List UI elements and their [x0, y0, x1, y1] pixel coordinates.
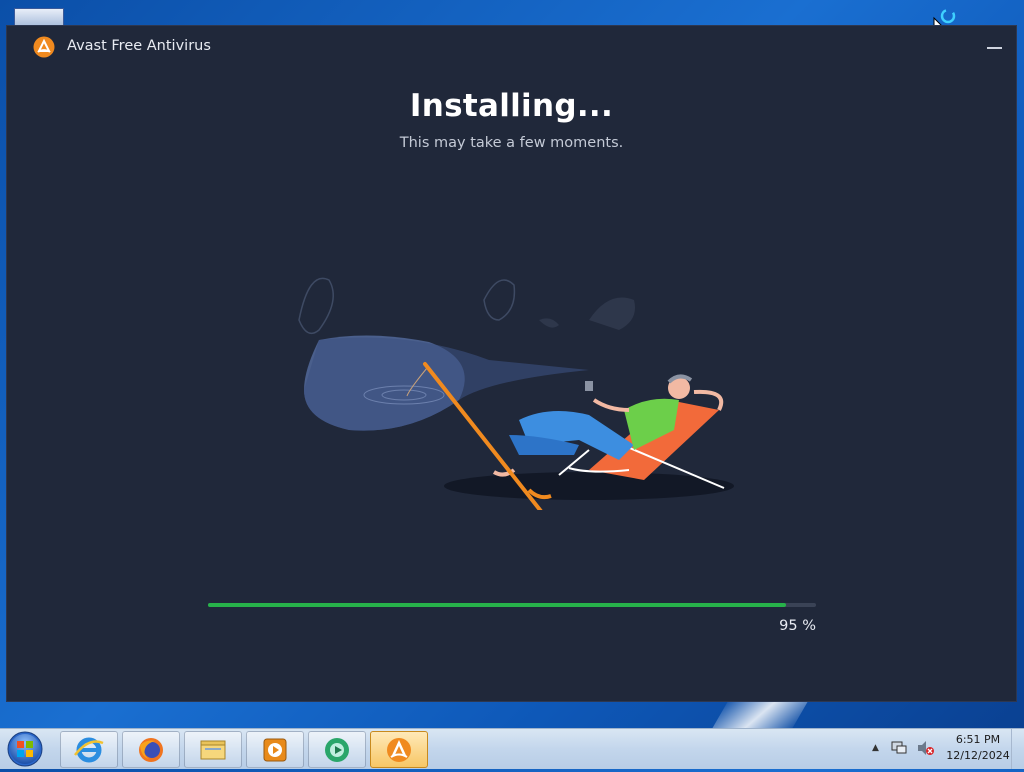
title-bar: Avast Free Antivirus [7, 26, 1016, 68]
taskbar-firefox-button[interactable] [122, 731, 180, 768]
ie-icon [74, 737, 104, 763]
show-desktop-button[interactable] [1011, 729, 1024, 769]
avast-icon [387, 738, 411, 762]
green-circle-icon [325, 738, 349, 762]
install-subheading: This may take a few moments. [399, 135, 624, 151]
taskbar-explorer-button[interactable] [184, 731, 242, 768]
install-progress-fill [208, 603, 786, 607]
firefox-icon [139, 738, 163, 762]
install-heading: Installing... [409, 88, 614, 124]
minimize-button[interactable] [980, 36, 1008, 58]
volume-muted-icon[interactable] [916, 740, 934, 760]
taskbar-ie-button[interactable] [60, 731, 118, 768]
taskbar: ▲ 6:51 PM 12/12/2024 [0, 728, 1024, 769]
clock-time: 6:51 PM [955, 733, 1001, 746]
network-icon[interactable] [890, 740, 908, 760]
system-tray: ▲ 6:51 PM 12/12/2024 [864, 729, 1024, 769]
install-progress-bar [208, 603, 816, 607]
taskbar-clock[interactable]: 6:51 PM 12/12/2024 [942, 732, 1014, 764]
show-hidden-icons-icon[interactable]: ▲ [872, 743, 879, 753]
clock-date: 12/12/2024 [946, 749, 1010, 762]
taskbar-app-button[interactable] [308, 731, 366, 768]
relaxing-fisherman-illustration [289, 260, 739, 517]
media-player-icon [263, 738, 287, 762]
start-button[interactable] [4, 730, 48, 768]
install-progress-percent: 95 % [779, 618, 816, 634]
folder-icon [200, 740, 226, 760]
avast-logo-icon [33, 36, 55, 58]
avast-installer-window: Avast Free Antivirus Installing... This … [7, 26, 1016, 701]
window-title: Avast Free Antivirus [67, 38, 211, 54]
taskbar-media-player-button[interactable] [246, 731, 304, 768]
taskbar-avast-button[interactable] [370, 731, 428, 768]
